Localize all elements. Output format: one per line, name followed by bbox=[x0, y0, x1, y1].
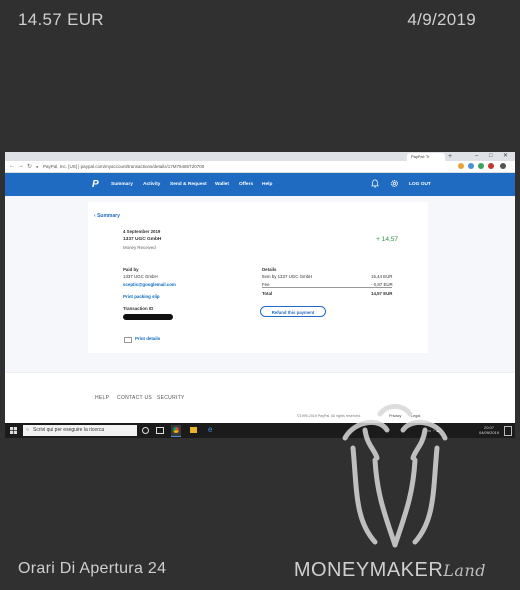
transaction-date: 4 September 2019 bbox=[123, 229, 161, 234]
maximize-button[interactable]: □ bbox=[489, 152, 493, 161]
redacted-transaction-id bbox=[123, 314, 173, 320]
extension-icon[interactable] bbox=[478, 163, 484, 169]
file-explorer-icon[interactable] bbox=[190, 427, 197, 433]
brand-main: MONEYMAKER bbox=[293, 559, 444, 581]
footer-contact-link[interactable]: CONTACT US bbox=[117, 395, 152, 401]
browser-tab[interactable]: PayPal: Tr bbox=[407, 153, 445, 161]
watermark-logo-icon bbox=[342, 404, 448, 548]
taskbar-clock[interactable]: 20:07 04/09/2019 bbox=[479, 425, 499, 435]
close-window-button[interactable]: ✕ bbox=[503, 152, 508, 161]
divider bbox=[262, 287, 392, 288]
refund-payment-button[interactable]: Refund this payment bbox=[260, 306, 326, 317]
merchant-name: 1337 UGC GmbH bbox=[123, 237, 162, 242]
minimize-button[interactable]: – bbox=[475, 152, 478, 161]
notification-bell-icon[interactable] bbox=[371, 179, 379, 188]
search-placeholder: Scrivi qui per eseguire la ricerca bbox=[33, 427, 105, 433]
transaction-status: Money Received bbox=[123, 245, 156, 250]
lock-icon: ● bbox=[36, 164, 39, 169]
task-view-icon[interactable] bbox=[156, 427, 164, 434]
overlay-date: 4/9/2019 bbox=[407, 10, 476, 29]
paid-by-label: Paid by bbox=[123, 267, 139, 272]
tab-bar: PayPal: Tr + – □ ✕ bbox=[5, 152, 515, 161]
footer-security-link[interactable]: SECURITY bbox=[157, 395, 185, 401]
brand-wordmark: MONEYMAKERLand bbox=[294, 559, 486, 582]
new-tab-button[interactable]: + bbox=[448, 152, 452, 161]
profile-avatar[interactable] bbox=[500, 163, 506, 169]
cortana-icon[interactable] bbox=[142, 427, 149, 434]
browser-screenshot: PayPal: Tr + – □ ✕ ← → ↻ ● PayPal, Inc. … bbox=[5, 152, 515, 438]
forward-arrow-icon[interactable]: → bbox=[18, 163, 24, 169]
print-details-link[interactable]: Print details bbox=[135, 336, 160, 341]
taskbar-search-box[interactable]: ○ Scrivi qui per eseguire la ricerca bbox=[23, 425, 137, 436]
payer-email-link[interactable]: sceptic@googlemail.com bbox=[123, 282, 176, 287]
main-content: ‹ Summary 4 September 2019 1337 UGC GmbH… bbox=[5, 196, 515, 372]
footer-help-link[interactable]: HELP bbox=[95, 395, 109, 401]
extension-icon[interactable] bbox=[458, 163, 464, 169]
item-line-label: Item by 1337 UGC GmbH bbox=[262, 274, 313, 279]
transaction-amount: + 14,57 bbox=[376, 236, 398, 243]
back-to-summary-link[interactable]: ‹ Summary bbox=[94, 213, 120, 219]
paypal-navbar: P Summary Activity Send & Request Wallet… bbox=[5, 173, 515, 196]
windows-start-icon[interactable] bbox=[10, 427, 17, 434]
footer-caption: Orari Di Apertura 24 bbox=[18, 560, 167, 577]
settings-gear-icon[interactable] bbox=[390, 179, 399, 188]
reload-icon[interactable]: ↻ bbox=[27, 163, 32, 170]
extension-icon[interactable] bbox=[468, 163, 474, 169]
logout-link[interactable]: LOG OUT bbox=[409, 182, 431, 187]
notification-center-icon[interactable] bbox=[504, 426, 512, 436]
extension-icon[interactable] bbox=[488, 163, 494, 169]
paypal-logo-icon[interactable]: P bbox=[92, 179, 99, 190]
nav-activity[interactable]: Activity bbox=[143, 182, 160, 187]
url-field[interactable]: PayPal, Inc. [US] | paypal.com/myaccount… bbox=[43, 163, 204, 170]
nav-help[interactable]: Help bbox=[262, 182, 272, 187]
nav-wallet[interactable]: Wallet bbox=[215, 182, 229, 187]
overlay-amount: 14.57 EUR bbox=[18, 10, 104, 29]
transaction-card: ‹ Summary 4 September 2019 1337 UGC GmbH… bbox=[88, 202, 428, 353]
details-label: Details bbox=[262, 267, 277, 272]
print-packing-slip-link[interactable]: Print packing slip bbox=[123, 294, 160, 299]
back-arrow-icon[interactable]: ← bbox=[9, 163, 15, 169]
nav-offers[interactable]: Offers bbox=[239, 182, 253, 187]
clock-date: 04/09/2019 bbox=[478, 430, 499, 435]
payer-name: 1337 UGC GmbH bbox=[123, 274, 158, 279]
address-bar: ← → ↻ ● PayPal, Inc. [US] | paypal.com/m… bbox=[5, 161, 515, 173]
nav-summary[interactable]: Summary bbox=[111, 182, 133, 187]
edge-icon[interactable]: e bbox=[208, 425, 212, 434]
item-line-value: 15,44 EUR bbox=[371, 274, 393, 279]
transaction-id-label: Transaction ID bbox=[123, 306, 154, 311]
chrome-taskbar-icon[interactable] bbox=[171, 425, 181, 437]
total-label: Total bbox=[262, 291, 273, 296]
nav-send-request[interactable]: Send & Request bbox=[170, 182, 207, 187]
printer-icon[interactable] bbox=[124, 337, 132, 343]
search-icon: ○ bbox=[26, 427, 30, 433]
total-value: 14,57 EUR bbox=[371, 291, 393, 296]
brand-suffix: Land bbox=[443, 561, 486, 580]
